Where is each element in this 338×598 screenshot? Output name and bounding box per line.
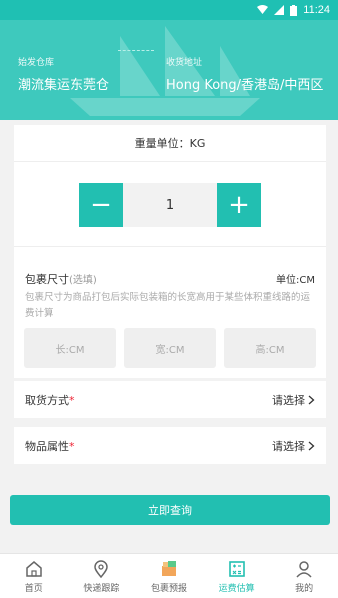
required-mark: * — [69, 439, 75, 453]
tab-home[interactable]: 首页 — [0, 554, 68, 598]
dimension-inputs: 长:CM 宽:CM 高:CM — [24, 328, 316, 368]
weight-stepper: − 1 + — [79, 183, 261, 227]
pickup-select[interactable]: 请选择 — [272, 392, 315, 408]
attribute-label: 物品属性* — [25, 439, 75, 453]
wifi-icon — [257, 5, 269, 14]
tab-estimate-label: 运费估算 — [218, 583, 255, 594]
dimension-title-text: 包裹尺寸 — [25, 273, 69, 286]
chevron-right-icon — [308, 441, 315, 450]
route-header: 始发仓库 潮流集运东莞仓 收货地址 Hong Kong/香港岛/中西区 — [0, 20, 338, 120]
destination-label: 收货地址 — [166, 58, 203, 68]
divider — [14, 246, 326, 247]
query-button[interactable]: 立即查询 — [10, 495, 330, 525]
dimension-unit: 单位:CM — [276, 275, 315, 286]
destination-value: Hong Kong/香港岛/中西区 — [166, 78, 324, 93]
tab-estimate[interactable]: 运费估算 — [203, 554, 271, 598]
tab-forecast[interactable]: 包裹预报 — [135, 554, 203, 598]
calculator-icon — [228, 560, 245, 577]
route-dash — [118, 50, 154, 51]
length-input[interactable]: 长:CM — [24, 328, 116, 368]
increase-button[interactable]: + — [217, 183, 261, 227]
tab-bar: 首页 快递跟踪 包裹预报 运费估算 我的 — [0, 553, 338, 598]
dimension-title: 包裹尺寸(选填) — [25, 271, 97, 287]
required-mark: * — [69, 393, 75, 407]
width-input[interactable]: 宽:CM — [124, 328, 216, 368]
status-time: 11:24 — [303, 4, 330, 16]
tab-forecast-label: 包裹预报 — [150, 583, 187, 594]
location-pin-icon — [94, 559, 109, 578]
item-attribute-row[interactable]: 物品属性* 请选择 — [14, 427, 326, 464]
signal-icon — [274, 5, 285, 15]
destination-block[interactable]: 收货地址 Hong Kong/香港岛/中西区 — [166, 55, 323, 93]
pickup-method-row[interactable]: 取货方式* 请选择 — [14, 381, 326, 418]
origin-label: 始发仓库 — [18, 58, 55, 68]
chevron-right-icon — [308, 395, 315, 404]
tab-tracking[interactable]: 快递跟踪 — [68, 554, 136, 598]
user-icon — [296, 560, 312, 578]
tab-home-label: 首页 — [24, 583, 43, 594]
weight-value[interactable]: 1 — [123, 183, 217, 227]
origin-value: 潮流集运东莞仓 — [18, 78, 110, 93]
pickup-label: 取货方式* — [25, 393, 75, 407]
pickup-select-text: 请选择 — [272, 393, 305, 407]
dimension-optional: (选填) — [69, 275, 97, 286]
status-bar: 11:24 — [0, 0, 338, 20]
tab-mine[interactable]: 我的 — [270, 554, 338, 598]
height-input[interactable]: 高:CM — [224, 328, 316, 368]
dimension-description: 包裹尺寸为商品打包后实际包装箱的长宽高用于某些体积重线路的运费计算 — [25, 292, 311, 319]
decrease-button[interactable]: − — [79, 183, 123, 227]
attribute-select-text: 请选择 — [272, 439, 305, 453]
package-icon — [161, 560, 176, 576]
home-icon — [26, 560, 42, 577]
tab-tracking-label: 快递跟踪 — [83, 583, 120, 594]
weight-unit-label: 重量单位：KG — [14, 125, 326, 162]
tab-mine-label: 我的 — [295, 583, 314, 594]
attribute-select[interactable]: 请选择 — [272, 438, 315, 454]
battery-icon — [290, 4, 298, 16]
origin-block[interactable]: 始发仓库 潮流集运东莞仓 — [18, 55, 109, 93]
